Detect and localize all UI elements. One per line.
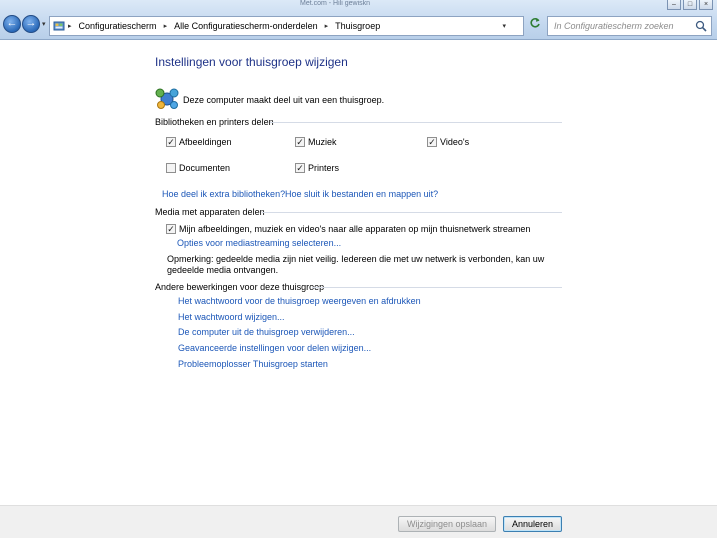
checkbox-empty — [166, 163, 176, 173]
breadcrumb-configuratiescherm[interactable]: Configuratiescherm — [79, 21, 157, 31]
cancel-button[interactable]: Annuleren — [503, 516, 562, 532]
checkbox-videos[interactable]: ✓ Video's — [427, 137, 469, 147]
homegroup-status-text: Deze computer maakt deel uit van een thu… — [183, 95, 385, 105]
link-advanced-sharing[interactable]: Geavanceerde instellingen voor delen wij… — [178, 343, 371, 353]
window-controls: – □ × — [667, 0, 713, 10]
back-button[interactable]: ← — [3, 15, 21, 33]
libraries-heading: Bibliotheken en printers delen — [155, 117, 274, 127]
link-leave-homegroup[interactable]: De computer uit de thuisgroep verwijdere… — [178, 327, 355, 337]
checkbox-documenten[interactable]: Documenten — [166, 163, 230, 173]
search-input[interactable]: In Configuratiescherm zoeken — [554, 21, 674, 31]
section-divider — [262, 212, 562, 213]
section-divider — [312, 287, 562, 288]
checkbox-afbeeldingen[interactable]: ✓ Afbeeldingen — [166, 137, 232, 147]
breadcrumb-alle-onderdelen[interactable]: Alle Configuratiescherm-onderdelen — [174, 21, 318, 31]
check-icon: ✓ — [166, 137, 176, 147]
breadcrumb-separator[interactable]: ▸ — [68, 22, 72, 30]
checkbox-printers[interactable]: ✓ Printers — [295, 163, 339, 173]
control-panel-icon — [53, 21, 65, 31]
close-button[interactable]: × — [699, 0, 713, 10]
address-bar[interactable]: ▸ Configuratiescherm ▸ Alle Configuratie… — [49, 16, 524, 36]
maximize-button[interactable]: □ — [683, 0, 697, 10]
button-bar: Wijzigingen opslaan Annuleren — [0, 505, 717, 538]
link-show-password[interactable]: Het wachtwoord voor de thuisgroep weerge… — [178, 296, 421, 306]
breadcrumb-separator[interactable]: ▸ — [164, 22, 168, 30]
check-icon: ✓ — [427, 137, 437, 147]
minimize-button[interactable]: – — [667, 0, 681, 10]
page-title: Instellingen voor thuisgroep wijzigen — [155, 55, 348, 69]
checkbox-label: Video's — [440, 137, 470, 147]
link-exclude-files[interactable]: Hoe sluit ik bestanden en mappen uit? — [285, 189, 438, 199]
check-icon: ✓ — [295, 163, 305, 173]
explorer-toolbar: Met.com - Hili gewiskn – □ × ← → ▾ ▸ Con… — [0, 0, 717, 40]
checkbox-muziek[interactable]: ✓ Muziek — [295, 137, 337, 147]
link-media-streaming-options[interactable]: Opties voor mediastreaming selecteren... — [177, 238, 341, 248]
other-actions-heading: Andere bewerkingen voor deze thuisgroep — [155, 282, 325, 292]
section-divider — [270, 122, 562, 123]
checkbox-label: Muziek — [308, 137, 337, 147]
refresh-icon — [530, 18, 540, 28]
check-icon: ✓ — [166, 224, 176, 234]
refresh-button[interactable] — [526, 17, 544, 35]
checkbox-label: Printers — [308, 163, 340, 173]
recent-pages-dropdown[interactable]: ▾ — [42, 20, 46, 28]
link-change-password[interactable]: Het wachtwoord wijzigen... — [178, 312, 285, 322]
address-dropdown[interactable]: ▾ — [502, 22, 506, 30]
save-changes-button[interactable]: Wijzigingen opslaan — [398, 516, 496, 532]
link-troubleshooter[interactable]: Probleemoplosser Thuisgroep starten — [178, 359, 328, 369]
breadcrumb-thuisgroep[interactable]: Thuisgroep — [335, 21, 380, 31]
homegroup-icon — [155, 88, 179, 109]
forward-button[interactable]: → — [22, 15, 40, 33]
link-extra-libraries[interactable]: Hoe deel ik extra bibliotheken? — [162, 189, 285, 199]
search-box[interactable]: In Configuratiescherm zoeken — [547, 16, 712, 36]
breadcrumb-separator[interactable]: ▸ — [325, 22, 329, 30]
window-title: Met.com - Hili gewiskn — [300, 0, 371, 7]
checkbox-label: Mijn afbeeldingen, muziek en video's naa… — [179, 224, 531, 234]
checkbox-label: Documenten — [179, 163, 231, 173]
checkbox-media-streaming[interactable]: ✓ Mijn afbeeldingen, muziek en video's n… — [166, 224, 530, 234]
breadcrumb: ▸ Configuratiescherm ▸ Alle Configuratie… — [68, 21, 380, 31]
media-warning-note: Opmerking: gedeelde media zijn niet veil… — [167, 254, 545, 275]
check-icon: ✓ — [295, 137, 305, 147]
search-icon[interactable] — [695, 20, 707, 32]
title-strip: Met.com - Hili gewiskn – □ × — [0, 0, 717, 10]
media-heading: Media met apparaten delen — [155, 207, 265, 217]
checkbox-label: Afbeeldingen — [179, 137, 232, 147]
